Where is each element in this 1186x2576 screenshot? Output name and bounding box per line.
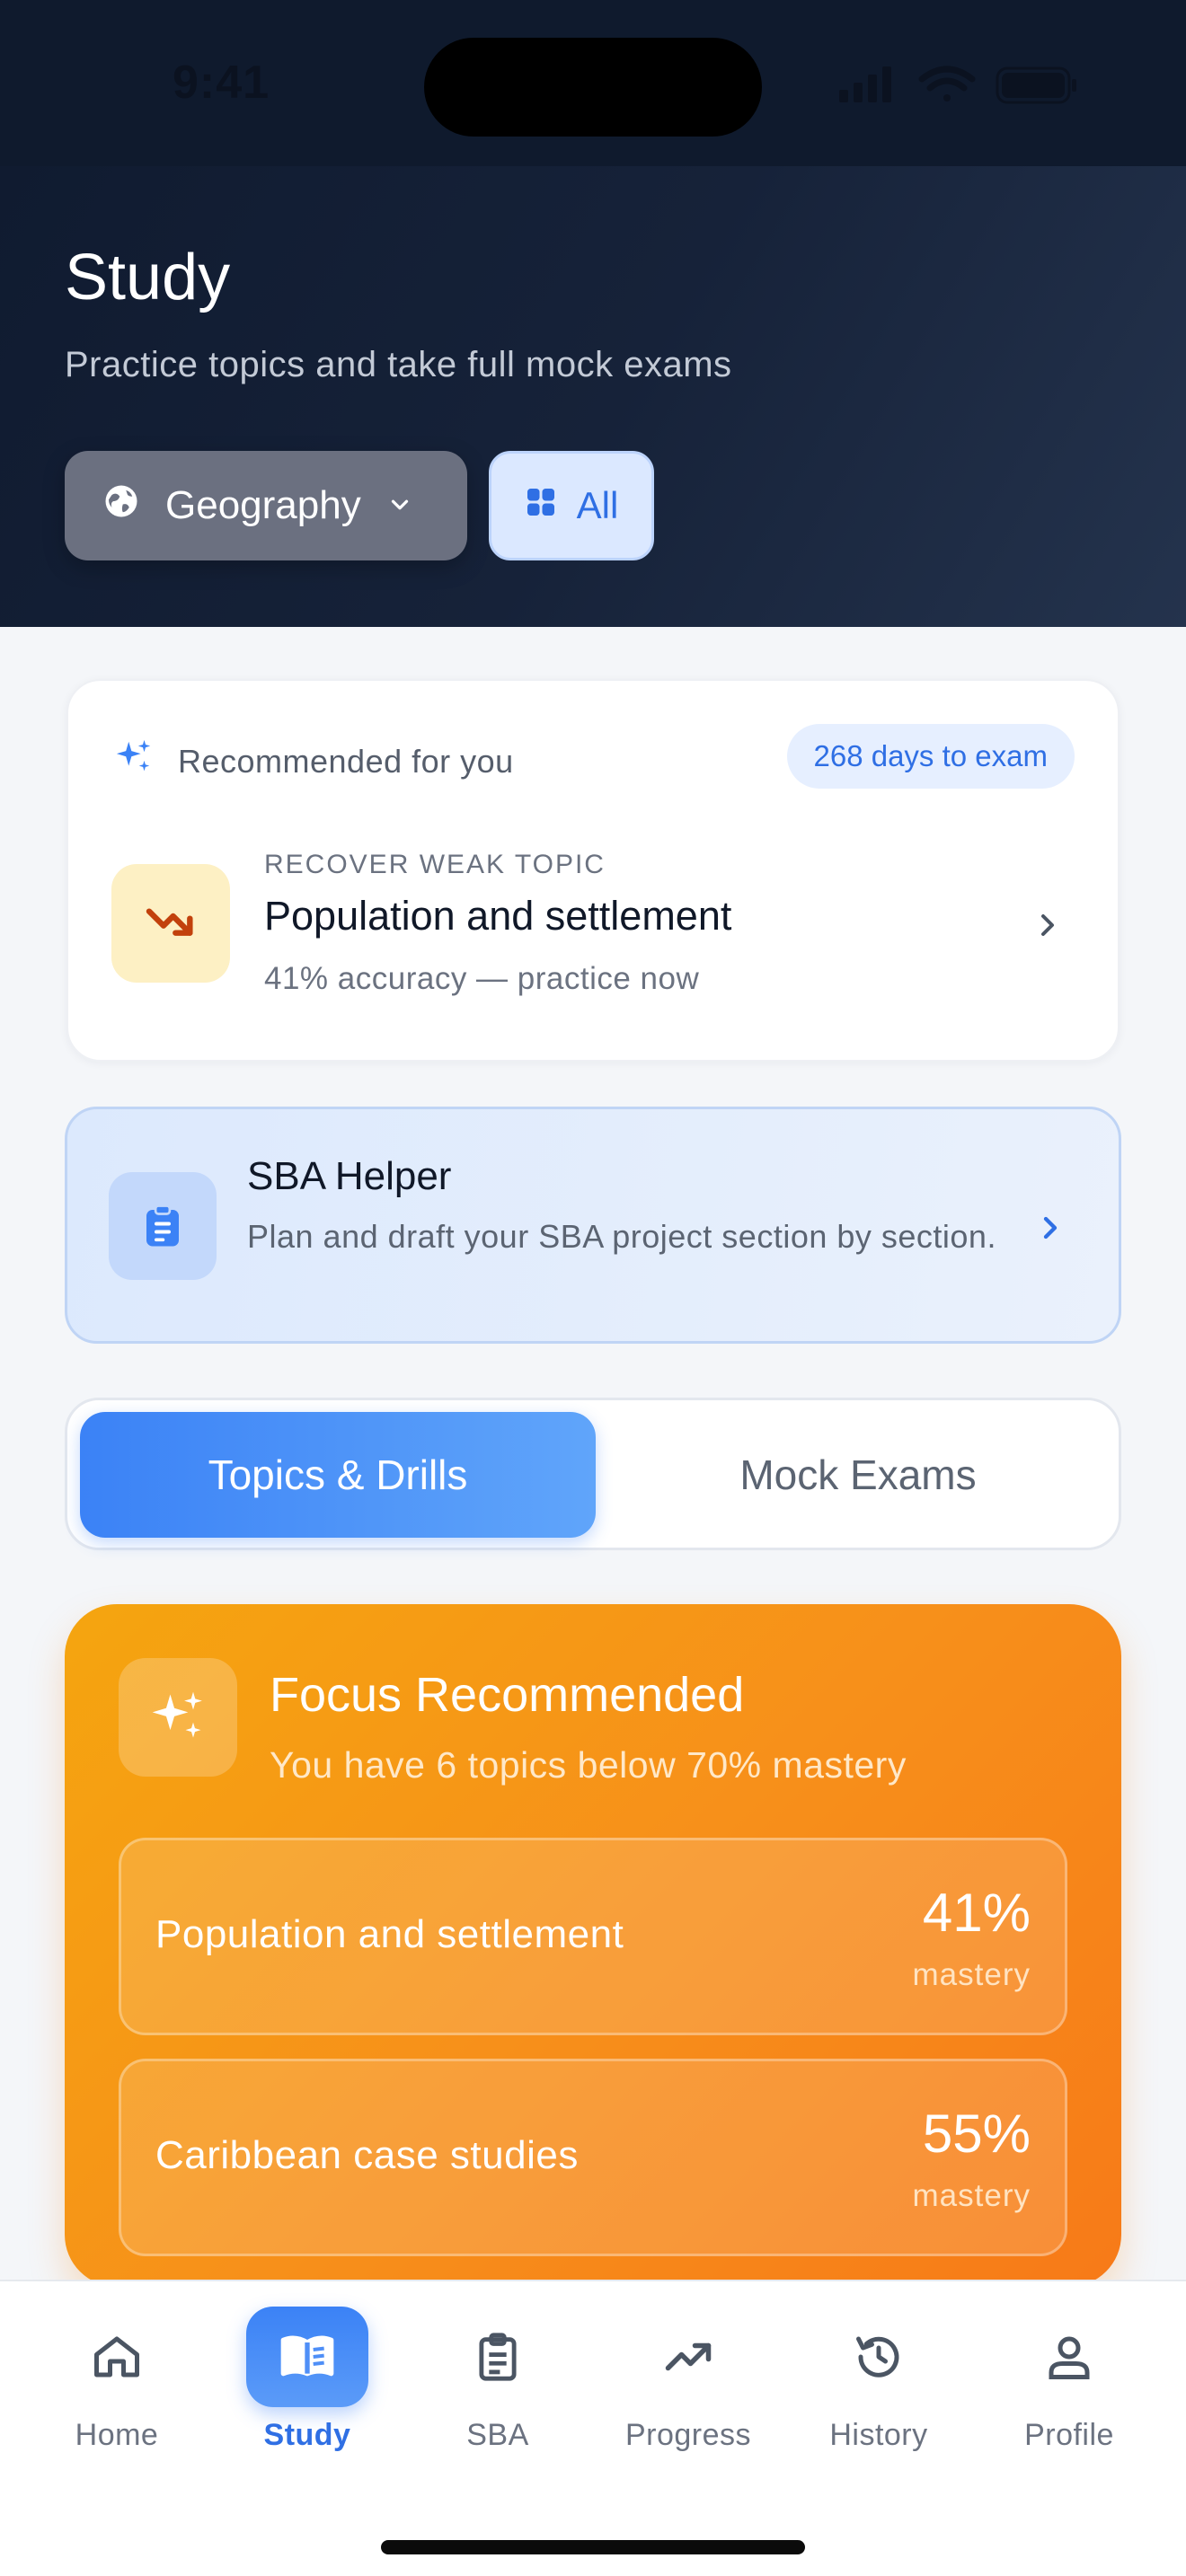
focus-topic-percent: 41% (922, 1883, 1031, 1943)
tab-sba[interactable]: SBA (408, 2281, 588, 2488)
clipboard-icon (437, 2307, 559, 2407)
home-indicator (381, 2540, 805, 2554)
filter-all-button[interactable]: All (489, 451, 654, 560)
focus-topic-unit: mastery (912, 2178, 1031, 2213)
study-screen: 9:41 Study Practice topics and take full… (0, 0, 1186, 2576)
bottom-tab-bar: Home Study SBA Progress History Profile (0, 2280, 1186, 2576)
page-subtitle: Practice topics and take full mock exams (65, 345, 732, 384)
sba-helper-card[interactable]: SBA Helper Plan and draft your SBA proje… (65, 1107, 1121, 1344)
tab-progress[interactable]: Progress (598, 2281, 778, 2488)
tab-topics-drills[interactable]: Topics & Drills (80, 1412, 596, 1538)
tab-progress-label: Progress (624, 2418, 752, 2452)
tab-sba-label: SBA (466, 2418, 529, 2452)
focus-topic-unit: mastery (912, 1957, 1031, 1992)
tab-history-label: History (829, 2418, 928, 2452)
tab-study-label: Study (263, 2418, 351, 2452)
status-bar: 9:41 (0, 0, 1186, 166)
clipboard-icon (109, 1172, 217, 1280)
tab-history[interactable]: History (789, 2281, 969, 2488)
page-title: Study (65, 242, 231, 313)
tab-home[interactable]: Home (27, 2281, 207, 2488)
wifi-icon (918, 66, 976, 101)
subject-selector[interactable]: Geography (65, 451, 467, 560)
chevron-down-icon (386, 483, 413, 528)
tab-study[interactable]: Study (217, 2281, 397, 2488)
focus-topic-item[interactable]: Caribbean case studies 55% mastery (119, 2059, 1067, 2256)
focus-topic-percent: 55% (922, 2104, 1031, 2164)
weak-topic-detail: 41% accuracy — practice now (264, 961, 700, 996)
sparkles-icon (119, 1658, 237, 1777)
subject-selector-label: Geography (165, 483, 361, 527)
focus-topic-name: Population and settlement (155, 1912, 624, 1956)
header: 9:41 Study Practice topics and take full… (0, 0, 1186, 627)
status-time: 9:41 (173, 57, 270, 109)
tab-profile[interactable]: Profile (979, 2281, 1159, 2488)
recommended-heading: Recommended for you (113, 737, 514, 786)
days-to-exam-badge: 268 days to exam (786, 724, 1075, 789)
sba-helper-description: Plan and draft your SBA project section … (247, 1218, 996, 1255)
weak-topic-kicker: RECOVER WEAK TOPIC (264, 850, 606, 879)
focus-subtitle: You have 6 topics below 70% mastery (270, 1744, 907, 1786)
chevron-right-icon (1030, 907, 1066, 948)
battery-icon (996, 66, 1076, 104)
tab-profile-label: Profile (1024, 2418, 1114, 2452)
trending-down-icon (111, 864, 230, 983)
trend-icon (627, 2307, 749, 2407)
mode-segmented-control: Topics & Drills Mock Exams (65, 1398, 1121, 1550)
weak-topic-title: Population and settlement (264, 893, 732, 939)
book-icon (246, 2307, 368, 2407)
tab-mock-exams[interactable]: Mock Exams (606, 1412, 1110, 1538)
dynamic-island (424, 38, 762, 137)
system-icons (839, 63, 1082, 108)
signal-icon (839, 66, 891, 102)
focus-topic-item[interactable]: Population and settlement 41% mastery (119, 1838, 1067, 2035)
grid-icon (525, 484, 557, 527)
recommended-heading-label: Recommended for you (178, 742, 514, 780)
sba-helper-title: SBA Helper (247, 1154, 452, 1198)
focus-topic-name: Caribbean case studies (155, 2133, 579, 2177)
tab-home-label: Home (75, 2418, 159, 2452)
chevron-right-icon (1032, 1210, 1068, 1250)
history-icon (818, 2307, 940, 2407)
focus-recommended-card: Focus Recommended You have 6 topics belo… (65, 1604, 1121, 2287)
home-icon (56, 2307, 178, 2407)
user-icon (1008, 2307, 1130, 2407)
filter-all-label: All (576, 484, 619, 526)
globe-icon (102, 482, 140, 530)
focus-title: Focus Recommended (270, 1668, 745, 1722)
sparkles-icon (113, 737, 155, 786)
recommended-card[interactable]: Recommended for you 268 days to exam REC… (66, 679, 1120, 1062)
